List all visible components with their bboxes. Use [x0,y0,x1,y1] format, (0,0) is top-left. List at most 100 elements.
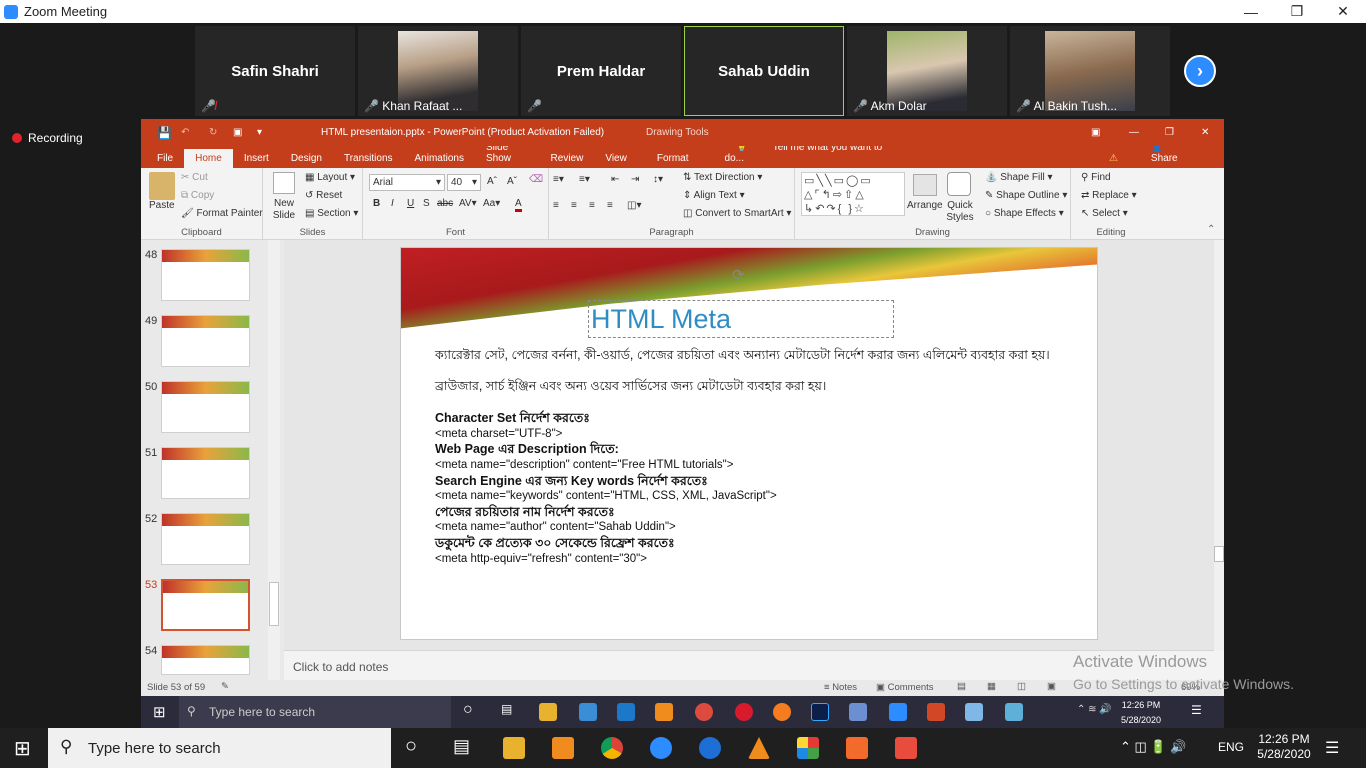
font-name-select[interactable]: Arial ▾ [369,174,445,191]
save-icon[interactable]: 💾 [157,126,172,140]
minimize-icon[interactable]: — [1228,0,1274,23]
arrange-icon[interactable] [913,174,937,196]
cortana-icon[interactable]: ○ [405,735,417,758]
slide-body[interactable]: ক্যারেক্টার সেট, পেজের বর্ননা, কী-ওয়ার্… [435,348,1075,567]
participant-tile[interactable]: Safin Shahri 🎤̸ [195,26,355,116]
slide-thumbnail[interactable] [161,381,250,433]
task-view-icon[interactable]: ▤ [453,736,470,757]
numbering-icon[interactable]: ≡▾ [579,174,590,185]
find-button[interactable]: ⚲ Find [1081,172,1111,183]
line-spacing-icon[interactable]: ↕▾ [653,174,663,185]
chrome-icon[interactable] [695,703,713,721]
tab-review[interactable]: Review [540,149,595,168]
bold-icon[interactable]: B [373,198,380,209]
close-icon[interactable]: ✕ [1320,0,1366,23]
start-slideshow-icon[interactable]: ▣ [233,127,242,138]
ppt-maximize-icon[interactable]: ❐ [1165,127,1174,138]
app-icon[interactable] [579,703,597,721]
thumbnails-scrollbar[interactable] [268,240,280,680]
slide-scrollbar[interactable] [1214,240,1224,650]
zoom-icon[interactable] [650,737,672,759]
notification-icon[interactable]: ☰ [1325,738,1339,758]
font-color-icon[interactable]: A [515,198,522,212]
shared-search-box[interactable]: Type here to search [179,696,451,728]
char-spacing-icon[interactable]: AV▾ [459,198,477,209]
notification-icon[interactable]: ☰ [1191,703,1202,717]
clock[interactable]: 12:26 PM 5/28/2020 [1252,732,1316,762]
tab-file[interactable]: File [141,149,184,168]
italic-icon[interactable]: I [391,198,394,209]
shape-outline-button[interactable]: ✎ Shape Outline ▾ [985,190,1067,201]
participant-tile-active[interactable]: Sahab Uddin [684,26,844,116]
collapse-ribbon-icon[interactable]: ⌃ [1207,224,1215,235]
slide-title[interactable]: HTML Meta [588,300,894,338]
edge-icon[interactable] [699,737,721,759]
scrollbar-thumb[interactable] [1214,546,1224,562]
tab-animations[interactable]: Animations [404,149,475,168]
vscode-icon[interactable] [617,703,635,721]
participant-tile[interactable]: Prem Haldar 🎤 [521,26,681,116]
windows-start-icon[interactable]: ⊞ [153,703,166,721]
rotate-handle-icon[interactable]: ⟳ [732,266,745,284]
normal-view-icon[interactable]: ▤ [957,681,966,692]
tab-view[interactable]: View [594,149,638,168]
vlc-icon[interactable] [748,737,770,759]
app-icon[interactable] [849,703,867,721]
shapes-gallery[interactable]: ▭╲╲▭◯▭ △⌜↰⇨⇧△ ↳↶↷{ }☆ [801,172,905,216]
tab-format[interactable]: Format [646,149,700,168]
photoshop-icon[interactable] [811,703,829,721]
chrome-icon[interactable] [601,737,623,759]
section-button[interactable]: ▤ Section ▾ [305,208,358,219]
undo-icon[interactable]: ↶ [181,127,189,138]
copy-button[interactable]: ⧉ Copy [181,190,214,201]
grow-font-icon[interactable]: Aˆ [487,176,497,187]
reading-view-icon[interactable]: ◫ [1017,681,1026,692]
tab-home[interactable]: Home [184,149,233,168]
file-explorer-icon[interactable] [503,737,525,759]
redo-icon[interactable]: ↻ [209,127,217,138]
bullets-icon[interactable]: ≡▾ [553,174,564,185]
align-center-icon[interactable]: ≡ [571,200,577,211]
slide-thumbnail[interactable] [161,645,250,675]
strikethrough-icon[interactable]: abc [437,198,453,209]
quick-styles-icon[interactable] [947,172,971,196]
participant-tile[interactable]: 🎤 Al Bakin Tush... [1010,26,1170,116]
shared-clock[interactable]: 12:26 PM 5/28/2020 [1121,698,1161,728]
tab-transitions[interactable]: Transitions [333,149,404,168]
increase-indent-icon[interactable]: ⇥ [631,174,639,185]
tray-icons[interactable]: ⌃ ≋ 🔊 [1077,704,1112,715]
replace-button[interactable]: ⇄ Replace ▾ [1081,190,1137,201]
shadow-icon[interactable]: S [423,198,430,209]
maximize-icon[interactable]: ❐ [1274,0,1320,23]
ribbon-display-icon[interactable]: ▣ [1091,127,1100,138]
shape-fill-button[interactable]: ⛲ Shape Fill ▾ [985,172,1053,183]
new-slide-icon[interactable] [273,172,295,194]
app-icon[interactable] [895,737,917,759]
align-left-icon[interactable]: ≡ [553,200,559,211]
zoom-icon[interactable] [889,703,907,721]
smartart-button[interactable]: ◫ Convert to SmartArt ▾ [683,208,791,219]
comments-button[interactable]: ▣ Comments [876,682,934,693]
windows-start-icon[interactable]: ⊞ [14,736,31,761]
language-indicator[interactable]: ENG [1218,740,1244,754]
tray-icons[interactable]: ⌃ ◫ 🔋 🔊 [1120,739,1186,755]
ppt-minimize-icon[interactable]: — [1129,127,1139,138]
tab-insert[interactable]: Insert [233,149,280,168]
slide-thumbnail[interactable] [161,513,250,565]
align-right-icon[interactable]: ≡ [589,200,595,211]
shrink-font-icon[interactable]: Aˇ [507,176,517,187]
cortana-icon[interactable]: ○ [463,701,473,719]
new-slide-button[interactable]: New Slide [270,198,298,222]
clear-format-icon[interactable]: ⌫ [529,174,543,185]
notes-button[interactable]: ≡ Notes [824,682,857,693]
tab-design[interactable]: Design [280,149,333,168]
justify-icon[interactable]: ≡ [607,200,613,211]
slideshow-view-icon[interactable]: ▣ [1047,681,1056,692]
opera-icon[interactable] [735,703,753,721]
font-size-select[interactable]: 40 ▾ [447,174,481,191]
participant-tile[interactable]: 🎤 Akm Dolar [847,26,1007,116]
powerpoint-icon[interactable] [927,703,945,721]
quick-styles-button[interactable]: Quick Styles [945,200,975,224]
app-icon[interactable] [846,737,868,759]
slide-thumbnail[interactable] [161,315,250,367]
